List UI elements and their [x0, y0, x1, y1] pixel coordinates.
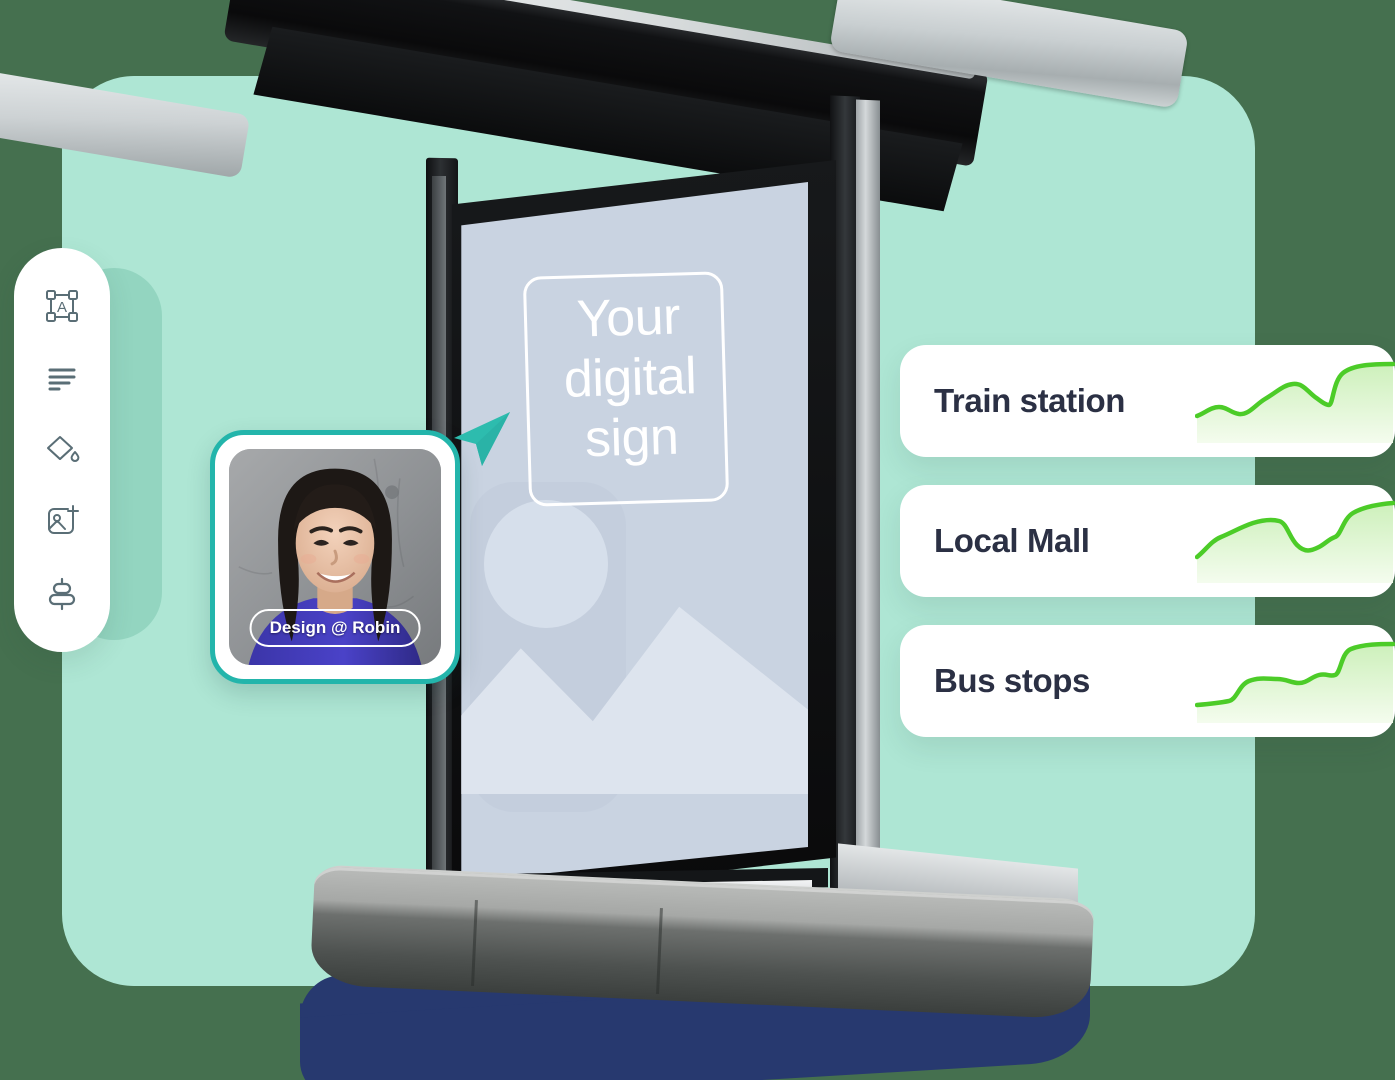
- venue-card-label: Local Mall: [934, 522, 1090, 559]
- text-box-icon: A: [44, 288, 80, 324]
- sparkline-chart-bus-stops: [1195, 641, 1395, 723]
- sign-screen[interactable]: Your digital sign: [461, 182, 808, 882]
- tool-add-image-button[interactable]: [36, 496, 88, 548]
- sparkline-chart-local-mall: [1195, 500, 1395, 583]
- screen-art-circle: [484, 500, 608, 628]
- tool-text-box-button[interactable]: A: [36, 280, 88, 332]
- tool-align-center-button[interactable]: [36, 568, 88, 620]
- add-image-icon: [43, 503, 81, 541]
- status-badge: Design @ Robin: [249, 609, 421, 647]
- tool-fill-color-button[interactable]: [36, 424, 88, 476]
- venue-card-label: Bus stops: [934, 662, 1090, 699]
- text-align-icon: [45, 361, 79, 395]
- tool-text-align-button[interactable]: [36, 352, 88, 404]
- pointer-arrow-icon: [452, 408, 512, 470]
- editor-toolbar[interactable]: A: [14, 248, 110, 652]
- sign-headline: Your digital sign: [512, 285, 749, 471]
- frame-post-right-silver: [856, 99, 880, 931]
- canopy-silver-rear: [0, 45, 251, 179]
- venue-card-train-station[interactable]: Train station: [900, 345, 1395, 457]
- venue-card-local-mall[interactable]: Local Mall: [900, 485, 1395, 597]
- sign-headline-line-2: digital: [563, 347, 697, 409]
- align-center-icon: [44, 576, 80, 612]
- venue-stats-list: Train station Local Mall Bus stops: [900, 345, 1395, 765]
- svg-text:A: A: [57, 299, 67, 316]
- avatar: Design @ Robin: [229, 449, 441, 665]
- sign-headline-line-3: sign: [584, 407, 680, 469]
- fill-color-icon: [43, 431, 81, 469]
- screenshot-stage: Your digital sign A Design @ Robin Train…: [0, 0, 1395, 1080]
- sparkline-chart-train-station: [1195, 361, 1395, 443]
- venue-card-bus-stops[interactable]: Bus stops: [900, 625, 1395, 737]
- collaborator-avatar-card[interactable]: Design @ Robin: [210, 430, 460, 684]
- venue-card-label: Train station: [934, 382, 1125, 419]
- sign-headline-line-1: Your: [575, 287, 681, 349]
